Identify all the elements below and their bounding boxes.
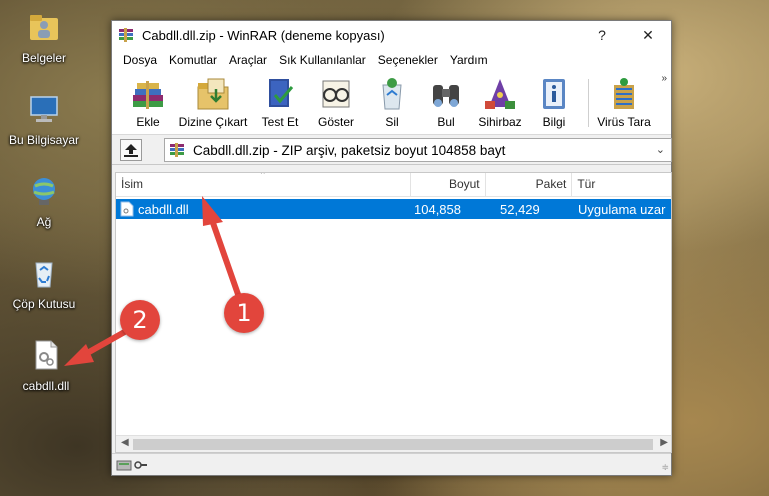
user-folder-icon [30, 15, 58, 40]
archive-path-field[interactable]: Cabdll.dll.zip - ZIP arşiv, paketsiz boy… [164, 138, 672, 162]
glasses-icon [322, 80, 350, 108]
folder-extract-icon [197, 78, 229, 110]
binoculars-icon [433, 85, 459, 107]
help-button[interactable]: ? [579, 21, 625, 49]
recycle-bin-icon [35, 262, 53, 288]
toolbar-overflow-button[interactable]: » [661, 73, 667, 84]
close-button[interactable]: ✕ [625, 21, 671, 49]
sort-ascending-icon: ⌃ [259, 172, 267, 180]
menu-favorites[interactable]: Sık Kullanılanlar [273, 53, 372, 67]
menu-bar: Dosya Komutlar Araçlar Sık Kullanılanlar… [112, 49, 671, 71]
archive-path-text: Cabdll.dll.zip - ZIP arşiv, paketsiz boy… [193, 142, 506, 158]
file-name: cabdll.dll [138, 202, 189, 217]
toolbar-add-button[interactable]: Ekle [120, 75, 176, 129]
toolbar-view-label: Göster [317, 115, 354, 129]
winrar-archive-icon [170, 143, 184, 157]
toolbar: Ekle Dizine Çıkart Test Et Göster Sil Bu… [112, 71, 671, 135]
menu-file[interactable]: Dosya [117, 53, 163, 67]
desktop-icon-cabdll[interactable]: cabdll.dll [8, 338, 84, 393]
menu-options[interactable]: Seçenekler [372, 53, 444, 67]
toolbar-test-label: Test Et [261, 115, 299, 129]
desktop-icon-this-pc[interactable]: Bu Bilgisayar [6, 92, 82, 147]
desktop-icon-label: Ağ [36, 215, 52, 229]
status-bar: ≑ [112, 453, 671, 475]
test-book-icon [269, 79, 294, 107]
desktop-icon-documents[interactable]: Belgeler [6, 10, 82, 65]
toolbar-extract-button[interactable]: Dizine Çıkart [176, 75, 250, 129]
toolbar-extract-label: Dizine Çıkart [178, 115, 248, 129]
annotation-badge-2: 2 [120, 300, 160, 340]
title-bar[interactable]: Cabdll.dll.zip - WinRAR (deneme kopyası)… [112, 21, 671, 49]
scroll-right-icon[interactable]: ▶ [660, 437, 668, 448]
dll-file-icon [35, 340, 58, 370]
table-row[interactable]: cabdll.dll 104,858 52,429 Uygulama uzar [116, 199, 671, 219]
column-header-size[interactable]: Boyut [411, 173, 486, 197]
toolbar-delete-label: Sil [385, 115, 399, 129]
up-folder-button[interactable] [120, 139, 142, 161]
window-title: Cabdll.dll.zip - WinRAR (deneme kopyası) [142, 27, 385, 43]
toolbar-info-label: Bilgi [542, 115, 566, 129]
winrar-app-icon [119, 28, 133, 42]
toolbar-add-label: Ekle [136, 115, 160, 129]
column-header-row: İsim Boyut Paket Tür ⌃ [116, 173, 671, 197]
menu-help[interactable]: Yardım [444, 53, 494, 67]
toolbar-virus-scan-label: Virüs Tara [597, 115, 651, 129]
address-bar: Cabdll.dll.zip - ZIP arşiv, paketsiz boy… [112, 135, 672, 165]
network-globe-icon [33, 178, 55, 205]
toolbar-test-button[interactable]: Test Et [252, 75, 308, 129]
file-type: Uygulama uzar [578, 202, 666, 217]
menu-commands[interactable]: Komutlar [163, 53, 223, 67]
desktop-icon-label: Çöp Kutusu [12, 297, 76, 311]
computer-icon [30, 96, 58, 122]
file-list[interactable]: İsim Boyut Paket Tür ⌃ cabdll.dll 104,85… [115, 172, 672, 453]
toolbar-virus-scan-button[interactable]: Virüs Tara [592, 75, 656, 129]
toolbar-separator [588, 79, 589, 127]
up-arrow-icon [124, 144, 138, 157]
resize-grip-icon[interactable]: ≑ [661, 462, 669, 473]
chevron-down-icon[interactable]: ⌄ [656, 143, 665, 156]
toolbar-info-button[interactable]: Bilgi [526, 75, 582, 129]
desktop-icon-label: Bu Bilgisayar [8, 133, 80, 147]
file-size: 104,858 [414, 202, 461, 217]
column-header-packed[interactable]: Paket [486, 173, 573, 197]
winrar-window: Cabdll.dll.zip - WinRAR (deneme kopyası)… [111, 20, 672, 476]
wizard-icon [485, 79, 515, 109]
desktop-icon-label: cabdll.dll [22, 379, 70, 393]
desktop-icon-label: Belgeler [21, 51, 67, 65]
horizontal-scrollbar[interactable]: ◀ ▶ [116, 435, 671, 452]
toolbar-wizard-label: Sihirbaz [478, 115, 522, 129]
scroll-left-icon[interactable]: ◀ [121, 437, 129, 448]
menu-tools[interactable]: Araçlar [223, 53, 273, 67]
dll-file-icon [120, 201, 134, 217]
toolbar-find-button[interactable]: Bul [418, 75, 474, 129]
desktop-icon-network[interactable]: Ağ [6, 174, 82, 229]
scrollbar-thumb[interactable] [133, 439, 653, 450]
annotation-badge-1: 1 [224, 293, 264, 333]
books-icon [133, 81, 163, 109]
info-icon [543, 79, 565, 109]
drive-key-icon [116, 460, 147, 471]
file-packed-size: 52,429 [500, 202, 540, 217]
toolbar-find-label: Bul [437, 115, 455, 129]
toolbar-delete-button[interactable]: Sil [364, 75, 420, 129]
toolbar-wizard-button[interactable]: Sihirbaz [472, 75, 528, 129]
virus-scan-icon [614, 78, 634, 109]
desktop-icon-recycle-bin[interactable]: Çöp Kutusu [6, 256, 82, 311]
column-header-type[interactable]: Tür [572, 173, 671, 197]
toolbar-view-button[interactable]: Göster [308, 75, 364, 129]
recycle-icon [382, 78, 402, 110]
